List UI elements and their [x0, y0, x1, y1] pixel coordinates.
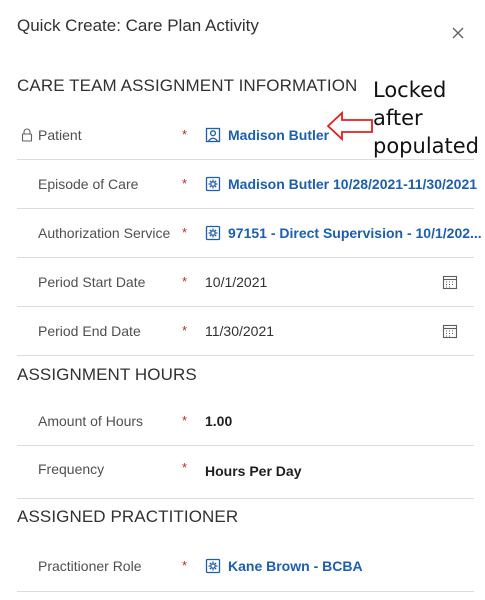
- field-row-amount-of-hours: Amount of Hours * 1.00: [17, 397, 474, 446]
- patient-label: Patient: [38, 127, 82, 143]
- section-title-assignment-hours: ASSIGNMENT HOURS: [17, 365, 197, 384]
- period-end-date-input[interactable]: 11/30/2021: [205, 323, 274, 339]
- frequency-select[interactable]: Hours Per Day: [205, 463, 301, 479]
- amount-of-hours-label: Amount of Hours: [38, 413, 144, 429]
- practitioner-role-value[interactable]: Kane Brown - BCBA: [228, 558, 363, 574]
- authorization-service-lookup[interactable]: 97151 - Direct Supervision - 10/1/202...: [205, 225, 482, 241]
- annotation-note: Locked after populated: [373, 76, 479, 160]
- required-indicator: *: [182, 557, 188, 573]
- calendar-icon[interactable]: [442, 323, 458, 339]
- required-indicator: *: [182, 175, 188, 191]
- period-start-date-input[interactable]: 10/1/2021: [205, 274, 267, 290]
- field-row-frequency: Frequency * Hours Per Day: [17, 446, 474, 499]
- episode-of-care-value[interactable]: Madison Butler 10/28/2021-11/30/2021: [228, 176, 477, 192]
- episode-of-care-lookup[interactable]: Madison Butler 10/28/2021-11/30/2021: [205, 176, 477, 192]
- entity-record-icon: [205, 225, 221, 241]
- required-indicator: *: [182, 273, 188, 289]
- annotation-line: Locked: [373, 78, 447, 102]
- authorization-service-value[interactable]: 97151 - Direct Supervision - 10/1/202...: [228, 225, 482, 241]
- field-row-period-start-date: Period Start Date * 10/1/2021: [17, 258, 474, 307]
- required-indicator: *: [182, 126, 188, 142]
- required-indicator: *: [182, 459, 188, 475]
- lock-icon: [21, 128, 33, 142]
- frequency-label: Frequency: [38, 461, 105, 477]
- required-indicator: *: [182, 412, 188, 428]
- required-indicator: *: [182, 224, 188, 240]
- period-end-date-label: Period End Date: [38, 323, 141, 339]
- entity-record-icon: [205, 558, 221, 573]
- contact-icon: [205, 127, 221, 143]
- field-row-period-end-date: Period End Date * 11/30/2021: [17, 307, 474, 356]
- practitioner-role-lookup[interactable]: Kane Brown - BCBA: [205, 558, 363, 574]
- patient-value[interactable]: Madison Butler: [228, 127, 329, 143]
- episode-of-care-label: Episode of Care: [38, 176, 139, 192]
- close-icon[interactable]: [451, 26, 465, 40]
- calendar-icon[interactable]: [442, 274, 458, 290]
- section-title-assigned-practitioner: ASSIGNED PRACTITIONER: [17, 507, 239, 526]
- section-title-care-team: CARE TEAM ASSIGNMENT INFORMATION: [17, 76, 358, 95]
- annotation-line: after: [373, 106, 423, 130]
- required-indicator: *: [182, 322, 188, 338]
- field-row-authorization-service: Authorization Service * 97151 - Direct S…: [17, 209, 482, 258]
- field-row-episode-of-care: Episode of Care * Madison Butler 10/28/2…: [17, 160, 477, 209]
- patient-lookup[interactable]: Madison Butler: [205, 127, 329, 143]
- practitioner-role-label: Practitioner Role: [38, 557, 142, 574]
- period-start-date-label: Period Start Date: [38, 274, 146, 290]
- dialog-title: Quick Create: Care Plan Activity: [17, 16, 259, 35]
- annotation-line: populated: [373, 134, 480, 158]
- annotation-arrow-icon: [326, 110, 373, 142]
- entity-record-icon: [205, 176, 221, 192]
- amount-of-hours-input[interactable]: 1.00: [205, 413, 232, 429]
- field-row-practitioner-role: Practitioner Role * Kane Brown - BCBA: [17, 540, 474, 592]
- authorization-service-label: Authorization Service: [38, 225, 171, 241]
